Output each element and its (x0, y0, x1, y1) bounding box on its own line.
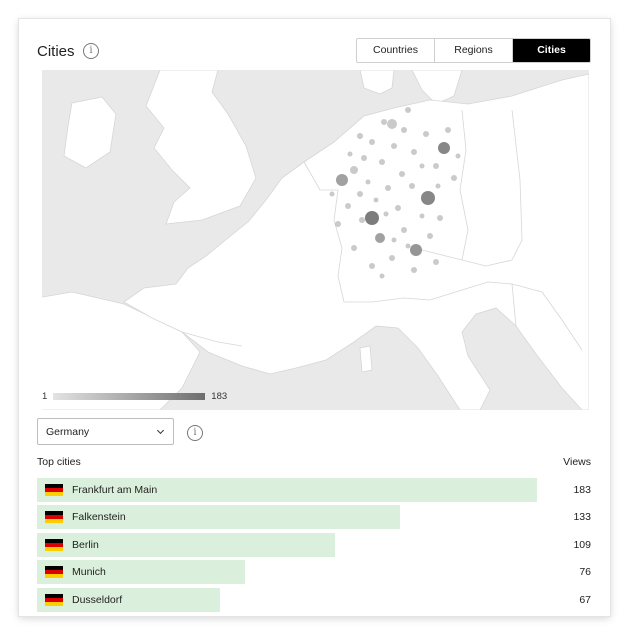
views-bar (37, 560, 245, 585)
city-name: Frankfurt am Main (72, 484, 158, 496)
city-views: 183 (573, 484, 591, 496)
land-scandinavia (411, 69, 463, 105)
list-item[interactable]: Dusseldorf 67 (37, 587, 591, 612)
land-great-britain (145, 69, 257, 225)
list-item[interactable]: Frankfurt am Main 183 (37, 478, 591, 502)
city-name: Dusseldorf (72, 593, 123, 606)
top-cities-label: Top cities (37, 456, 81, 468)
info-icon[interactable]: i (83, 43, 99, 59)
map-svg (36, 69, 590, 411)
card-title: Cities (37, 43, 75, 60)
chevron-down-icon (156, 426, 165, 435)
germany-flag-icon (45, 593, 63, 606)
tab-countries[interactable]: Countries (357, 39, 434, 62)
list-item[interactable]: Berlin 109 (37, 532, 591, 557)
germany-flag-icon (45, 566, 63, 579)
map-legend: 1 183 (42, 389, 227, 403)
city-name: Berlin (72, 538, 99, 551)
land-ireland (63, 96, 117, 169)
germany-flag-icon (45, 484, 63, 496)
city-views: 67 (579, 593, 591, 606)
views-bar (37, 587, 220, 612)
land-corsica (359, 345, 373, 373)
city-name: Falkenstein (72, 511, 126, 524)
list-header: Top cities Views (37, 456, 591, 468)
tab-regions[interactable]: Regions (434, 39, 512, 62)
info-icon[interactable]: i (187, 425, 203, 441)
country-select-value: Germany (46, 426, 90, 438)
cities-card: Cities i Countries Regions Cities 1 183 … (19, 19, 610, 616)
list-item[interactable]: Munich 76 (37, 560, 591, 585)
city-name: Munich (72, 566, 106, 579)
city-views: 133 (573, 511, 591, 524)
europe-map[interactable] (36, 69, 590, 411)
list-item[interactable]: Falkenstein 133 (37, 505, 591, 530)
germany-flag-icon (45, 511, 63, 524)
legend-max: 183 (211, 390, 228, 402)
views-label: Views (563, 456, 591, 468)
germany-flag-icon (45, 538, 63, 551)
legend-min: 1 (42, 390, 48, 402)
land-denmark (359, 69, 395, 95)
country-select[interactable]: Germany (37, 418, 174, 445)
tab-cities[interactable]: Cities (512, 39, 590, 62)
city-views: 109 (573, 538, 591, 551)
view-toggle: Countries Regions Cities (356, 38, 591, 63)
legend-gradient (53, 392, 206, 400)
city-views: 76 (579, 566, 591, 579)
